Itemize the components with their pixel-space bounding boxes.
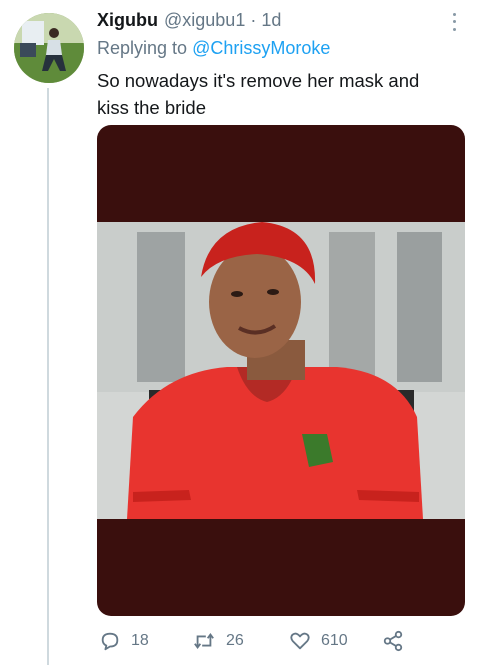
more-vertical-icon[interactable] xyxy=(446,11,462,33)
media-photo xyxy=(97,222,465,519)
retweet-icon xyxy=(194,633,214,649)
share-button[interactable] xyxy=(382,628,404,654)
retweet-button[interactable]: 26 xyxy=(192,628,244,654)
author-name[interactable]: Xigubu xyxy=(97,10,158,31)
timestamp[interactable]: 1d xyxy=(261,10,281,31)
reply-icon xyxy=(101,632,119,651)
separator-dot: · xyxy=(250,10,257,30)
tweet-actions: 18 26 610 xyxy=(97,628,417,654)
tweet-media[interactable] xyxy=(97,125,465,616)
heart-icon xyxy=(290,632,310,650)
like-button[interactable]: 610 xyxy=(289,628,348,654)
tweet-header: Xigubu @xigubu1 · 1d xyxy=(97,10,281,32)
author-handle[interactable]: @xigubu1 xyxy=(164,10,245,31)
replying-to-label: Replying to xyxy=(97,38,188,58)
reply-count: 18 xyxy=(131,632,149,649)
reply-mention-link[interactable]: @ChrissyMoroke xyxy=(192,38,330,58)
tweet-text: So nowadays it's remove her mask and kis… xyxy=(97,70,420,118)
share-icon xyxy=(383,630,403,652)
thread-line xyxy=(47,88,49,665)
replying-to: Replying to @ChrissyMoroke xyxy=(97,38,330,59)
retweet-count: 26 xyxy=(226,632,244,649)
reply-button[interactable]: 18 xyxy=(99,628,149,654)
like-count: 610 xyxy=(321,632,348,649)
avatar[interactable] xyxy=(14,13,84,83)
